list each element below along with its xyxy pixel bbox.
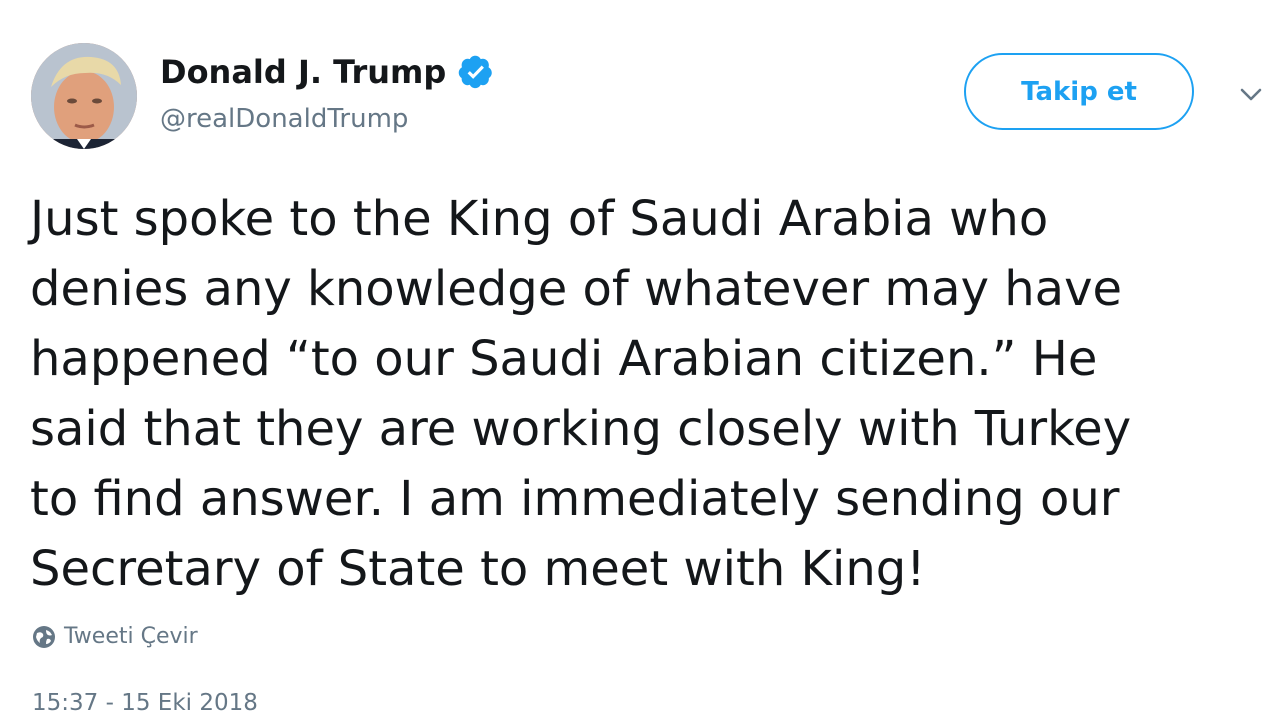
tweet-text: Just spoke to the King of Saudi Arabia w… xyxy=(30,191,1132,597)
avatar-image xyxy=(31,43,137,149)
chevron-down-icon[interactable] xyxy=(1236,82,1266,106)
translate-label: Tweeti Çevir xyxy=(64,624,198,649)
avatar[interactable] xyxy=(31,43,137,149)
follow-button[interactable]: Takip et xyxy=(964,53,1194,130)
user-handle[interactable]: @realDonaldTrump xyxy=(160,104,408,134)
translate-tweet-link[interactable]: Tweeti Çevir xyxy=(32,624,198,649)
display-name[interactable]: Donald J. Trump xyxy=(160,53,446,91)
tweet-timestamp[interactable]: 15:37 - 15 Eki 2018 xyxy=(32,690,258,716)
tweet-card: Donald J. Trump @realDonaldTrump Takip e… xyxy=(0,0,1280,720)
globe-icon xyxy=(33,625,55,648)
verified-badge-icon xyxy=(459,55,493,89)
name-row: Donald J. Trump xyxy=(160,50,494,94)
